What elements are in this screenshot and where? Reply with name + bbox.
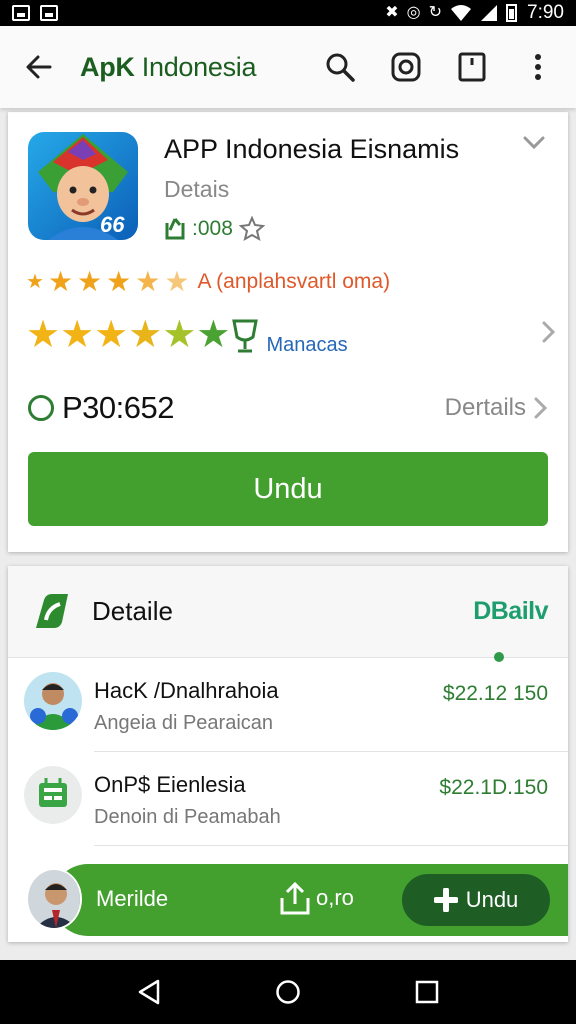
- app-card: 66 APP Indonesia Eisnamis Detais :008 ★ …: [8, 112, 568, 552]
- wifi-icon: [451, 5, 472, 21]
- star-icon: ★: [128, 313, 163, 356]
- trophy-icon: [232, 319, 259, 352]
- reviews-label: Manacas: [266, 334, 348, 356]
- signal-icon: [481, 5, 498, 21]
- expand-button[interactable]: [523, 136, 545, 155]
- home-circle-icon: [276, 980, 300, 1004]
- star-icon: ★: [94, 313, 129, 356]
- share-button[interactable]: o,ro: [278, 880, 354, 916]
- triangle-back-icon: [139, 979, 160, 1005]
- download-pill-label: Undu: [465, 887, 519, 912]
- plus-icon: [433, 888, 458, 912]
- install-icon: [165, 218, 185, 240]
- page-title-bold: ApK: [80, 51, 135, 82]
- rating-text: A (anplahsvartl oma): [197, 270, 391, 293]
- details-title: Detaile: [92, 596, 173, 626]
- more-options-button[interactable]: [508, 38, 568, 96]
- battery-icon: [506, 4, 518, 22]
- app-bar: ApK Indonesia: [0, 26, 576, 108]
- share-label: o,ro: [316, 885, 354, 910]
- app-icon-badge: 66: [100, 212, 125, 237]
- share-icon: [280, 881, 310, 915]
- back-button[interactable]: [10, 38, 68, 96]
- chevron-down-icon: [523, 136, 545, 150]
- mute-icon: ✖: [385, 4, 399, 21]
- download-pill-button[interactable]: Undu: [402, 874, 550, 926]
- list-item[interactable]: OnP$ Eienlesia Denoin di Peamabah $22.1D…: [24, 752, 568, 846]
- star-icon: ★: [26, 313, 61, 356]
- price-value: P30:652: [62, 390, 175, 425]
- star-icon: ★: [196, 313, 231, 356]
- app-name: APP Indonesia Eisnamis: [164, 134, 460, 164]
- details-header: Detaile DBailv: [8, 566, 568, 662]
- star-icon: ★: [60, 313, 95, 356]
- character-icon: 66: [28, 132, 138, 240]
- nav-recents-button[interactable]: [397, 962, 457, 1022]
- bottom-label: Merilde: [96, 886, 169, 911]
- star-icon: ★: [162, 313, 197, 356]
- status-bar: ✖ ◎ ↻ 7:90: [0, 0, 576, 26]
- instagram-button[interactable]: [376, 38, 436, 96]
- avatar[interactable]: [26, 868, 82, 930]
- price-row: P30:652 Dertails: [28, 390, 548, 426]
- star-icon: ★: [106, 266, 132, 297]
- sync-icon: ↻: [428, 4, 443, 21]
- app-meta: :008: [164, 216, 265, 242]
- settings-star-icon: [238, 216, 265, 242]
- chevron-right-icon: [534, 397, 548, 419]
- chevron-right-icon: [542, 321, 556, 348]
- details-header-link[interactable]: DBailv: [473, 597, 548, 626]
- alarm-icon: ◎: [406, 4, 421, 21]
- star-icon: ★: [135, 266, 161, 297]
- star-icon: ★: [47, 266, 74, 297]
- nav-back-button[interactable]: [119, 962, 179, 1022]
- recents-square-icon: [415, 980, 438, 1004]
- rating-summary: ★ ★ ★ ★ ★ ★ A (anplahsvartl oma): [26, 268, 390, 296]
- star-icon: ★: [164, 266, 190, 297]
- page-title: ApK Indonesia: [80, 51, 257, 83]
- list-item-subtitle: Angeia di Pearaican: [94, 712, 274, 734]
- app-meta-value: :008: [192, 217, 233, 240]
- search-icon: [326, 53, 355, 82]
- clock: 7:90: [527, 2, 564, 23]
- avatar: [24, 672, 82, 730]
- price-circle-icon: [28, 395, 54, 421]
- reviews-row[interactable]: ★ ★ ★ ★ ★ ★ Manacas: [26, 312, 556, 357]
- bookmark-icon: [458, 52, 486, 82]
- gallery-icon: [40, 5, 58, 21]
- nav-home-button[interactable]: [258, 962, 318, 1022]
- search-button[interactable]: [310, 38, 370, 96]
- bottom-action-bar: Merilde o,ro Undu: [8, 862, 568, 938]
- list-item[interactable]: HacK /Dnalhrahoia Angeia di Pearaican $2…: [24, 658, 568, 752]
- list-item-price: $22.12 150: [442, 682, 548, 705]
- app-icon[interactable]: 66: [28, 132, 138, 240]
- list-item-title: HacK /Dnalhrahoia: [94, 678, 279, 703]
- page-title-rest: Indonesia: [134, 51, 257, 82]
- list-item-price: $22.1D.150: [439, 776, 548, 799]
- list-item-title: OnP$ Eienlesia: [94, 772, 246, 797]
- app-subtitle: Detais: [164, 176, 230, 202]
- more-vert-icon: [535, 54, 541, 80]
- image-icon: [12, 5, 30, 21]
- details-card: Detaile DBailv HacK /Dnalhrahoia Angeia …: [8, 566, 568, 942]
- download-button[interactable]: Undu: [28, 452, 548, 526]
- details-logo-icon: [36, 593, 68, 628]
- details-link[interactable]: Dertails: [445, 394, 548, 422]
- star-icon: ★: [26, 271, 44, 293]
- details-link-label: Dertails: [444, 394, 526, 421]
- arrow-back-icon: [26, 55, 52, 79]
- avatar: [24, 766, 82, 824]
- star-icon: ★: [77, 266, 103, 297]
- instagram-icon: [391, 52, 421, 82]
- bookmark-button[interactable]: [442, 38, 502, 96]
- navigation-bar: [0, 960, 576, 1024]
- list-item-subtitle: Denoin di Peamabah: [94, 806, 281, 828]
